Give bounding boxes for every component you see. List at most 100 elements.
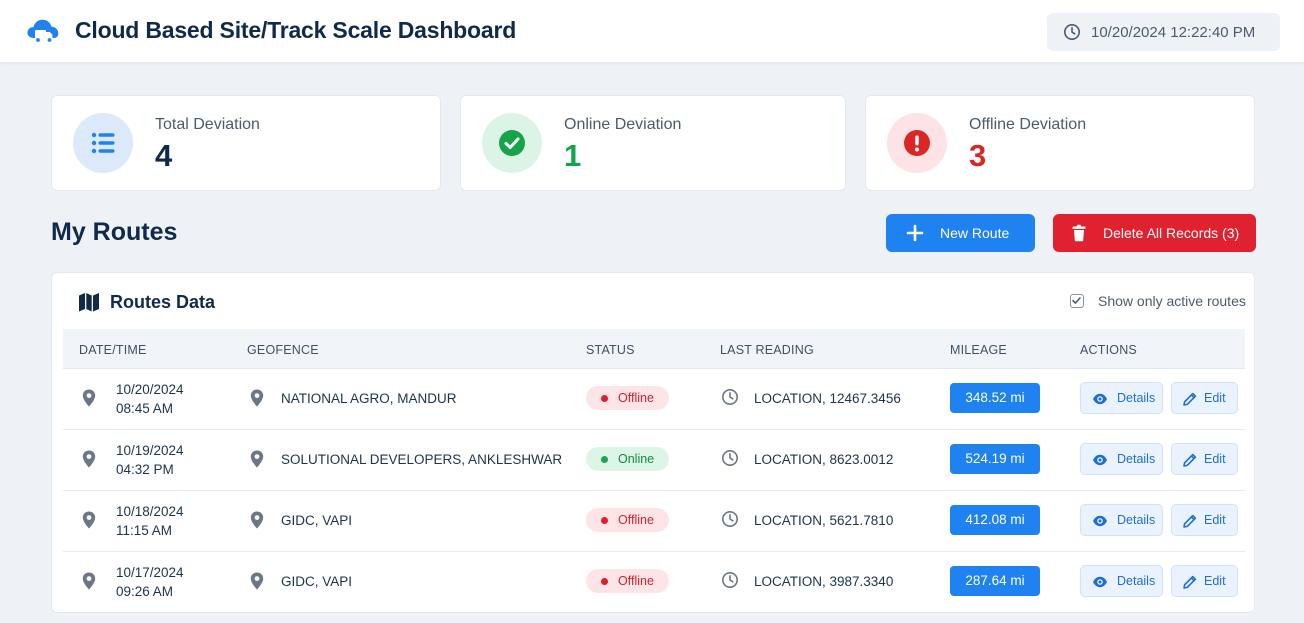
details-label: Details <box>1117 391 1156 405</box>
row-time: 11:15 AM <box>116 523 173 538</box>
pencil-icon <box>1183 453 1197 467</box>
location-pin-icon <box>250 389 264 407</box>
row-time: 04:32 PM <box>116 462 174 477</box>
location-pin-icon <box>82 450 96 468</box>
row-geofence: SOLUTIONAL DEVELOPERS, ANKLESHWAR <box>281 452 563 467</box>
edit-button[interactable]: Edit <box>1171 565 1238 597</box>
list-icon <box>91 132 115 154</box>
pencil-icon <box>1183 392 1197 406</box>
status-text: Offline <box>618 513 654 527</box>
status-dot <box>601 395 608 402</box>
row-date: 10/17/2024 <box>116 565 184 580</box>
location-pin-icon <box>82 511 96 529</box>
details-button[interactable]: Details <box>1080 565 1163 597</box>
row-geofence: GIDC, VAPI <box>281 513 353 528</box>
table-row: 10/19/2024 04:32 PM SOLUTIONAL DEVELOPER… <box>63 430 1245 491</box>
stat-label: Offline Deviation <box>969 116 1087 133</box>
row-last-reading: LOCATION, 3987.3340 <box>754 574 894 589</box>
column-header-geofence: GEOFENCE <box>247 343 319 357</box>
clock-icon <box>1064 24 1080 40</box>
details-label: Details <box>1117 452 1156 466</box>
delete-all-label: Delete All Records (3) <box>1103 225 1240 241</box>
cloud-truck-icon <box>27 19 59 44</box>
location-pin-icon <box>250 450 264 468</box>
stat-label: Online Deviation <box>564 116 682 133</box>
stat-card-online: Online Deviation 1 <box>460 95 846 191</box>
new-route-button[interactable]: New Route <box>886 214 1035 252</box>
stat-card-offline: Offline Deviation 3 <box>865 95 1255 191</box>
table-row: 10/18/2024 11:15 AM GIDC, VAPI Offline L… <box>63 491 1245 552</box>
edit-label: Edit <box>1204 452 1226 466</box>
column-header-mileage: MILEAGE <box>950 343 1007 357</box>
column-header-datetime: DATE/TIME <box>79 343 147 357</box>
edit-button[interactable]: Edit <box>1171 504 1238 536</box>
row-last-reading: LOCATION, 12467.3456 <box>754 391 901 406</box>
trash-icon <box>1072 224 1086 242</box>
mileage-badge: 348.52 mi <box>950 383 1040 413</box>
status-badge: Offline <box>586 569 669 593</box>
delete-all-button[interactable]: Delete All Records (3) <box>1053 214 1256 252</box>
status-text: Offline <box>618 391 654 405</box>
panel-title: Routes Data <box>110 292 216 312</box>
table-header: DATE/TIME GEOFENCE STATUS LAST READING M… <box>63 329 1245 369</box>
edit-label: Edit <box>1204 513 1226 527</box>
details-label: Details <box>1117 513 1156 527</box>
details-button[interactable]: Details <box>1080 504 1163 536</box>
eye-icon <box>1093 393 1107 405</box>
details-button[interactable]: Details <box>1080 443 1163 475</box>
stat-icon-circle <box>482 113 542 173</box>
datetime-display: 10/20/2024 12:22:40 PM <box>1047 13 1280 51</box>
top-bar: Cloud Based Site/Track Scale Dashboard 1… <box>0 0 1304 63</box>
clock-icon <box>722 389 738 405</box>
row-last-reading: LOCATION, 5621.7810 <box>754 513 894 528</box>
column-header-status: STATUS <box>586 343 635 357</box>
details-label: Details <box>1117 574 1156 588</box>
row-time: 09:26 AM <box>116 584 174 599</box>
mileage-badge: 412.08 mi <box>950 505 1040 535</box>
edit-label: Edit <box>1204 391 1226 405</box>
mileage-badge: 287.64 mi <box>950 566 1040 596</box>
alert-circle-icon <box>904 130 930 156</box>
edit-label: Edit <box>1204 574 1226 588</box>
table-row: 10/20/2024 08:45 AM NATIONAL AGRO, MANDU… <box>63 369 1245 430</box>
clock-icon <box>722 572 738 588</box>
row-date: 10/18/2024 <box>116 504 184 519</box>
pencil-icon <box>1183 514 1197 528</box>
eye-icon <box>1093 576 1107 588</box>
location-pin-icon <box>82 572 96 590</box>
map-icon <box>79 293 99 312</box>
new-route-label: New Route <box>940 225 1010 241</box>
location-pin-icon <box>82 389 96 407</box>
edit-button[interactable]: Edit <box>1171 443 1238 475</box>
eye-icon <box>1093 515 1107 527</box>
location-pin-icon <box>250 511 264 529</box>
status-badge: Offline <box>586 508 669 532</box>
column-header-actions: ACTIONS <box>1080 343 1137 357</box>
row-time: 08:45 AM <box>116 401 174 416</box>
row-last-reading: LOCATION, 8623.0012 <box>754 452 894 467</box>
clock-icon <box>722 511 738 527</box>
row-date: 10/20/2024 <box>116 382 184 397</box>
pencil-icon <box>1183 575 1197 589</box>
row-date: 10/19/2024 <box>116 443 184 458</box>
toggle-label: Show only active routes <box>1098 293 1246 309</box>
stat-value: 1 <box>564 138 582 173</box>
details-button[interactable]: Details <box>1080 382 1163 414</box>
plus-icon <box>906 224 924 242</box>
stat-label: Total Deviation <box>155 116 260 133</box>
datetime-text: 10/20/2024 12:22:40 PM <box>1091 24 1256 41</box>
edit-button[interactable]: Edit <box>1171 382 1238 414</box>
status-dot <box>601 517 608 524</box>
status-badge: Online <box>586 447 669 471</box>
stat-value: 3 <box>969 138 987 173</box>
checkbox[interactable] <box>1070 294 1084 308</box>
eye-icon <box>1093 454 1107 466</box>
mileage-badge: 524.19 mi <box>950 444 1040 474</box>
status-dot <box>601 456 608 463</box>
stat-value: 4 <box>155 138 173 173</box>
status-badge: Offline <box>586 386 669 410</box>
stat-icon-circle <box>887 113 947 173</box>
routes-panel: Routes Data Show only active routes DATE… <box>51 272 1255 613</box>
stat-card-total: Total Deviation 4 <box>51 95 441 191</box>
location-pin-icon <box>250 572 264 590</box>
